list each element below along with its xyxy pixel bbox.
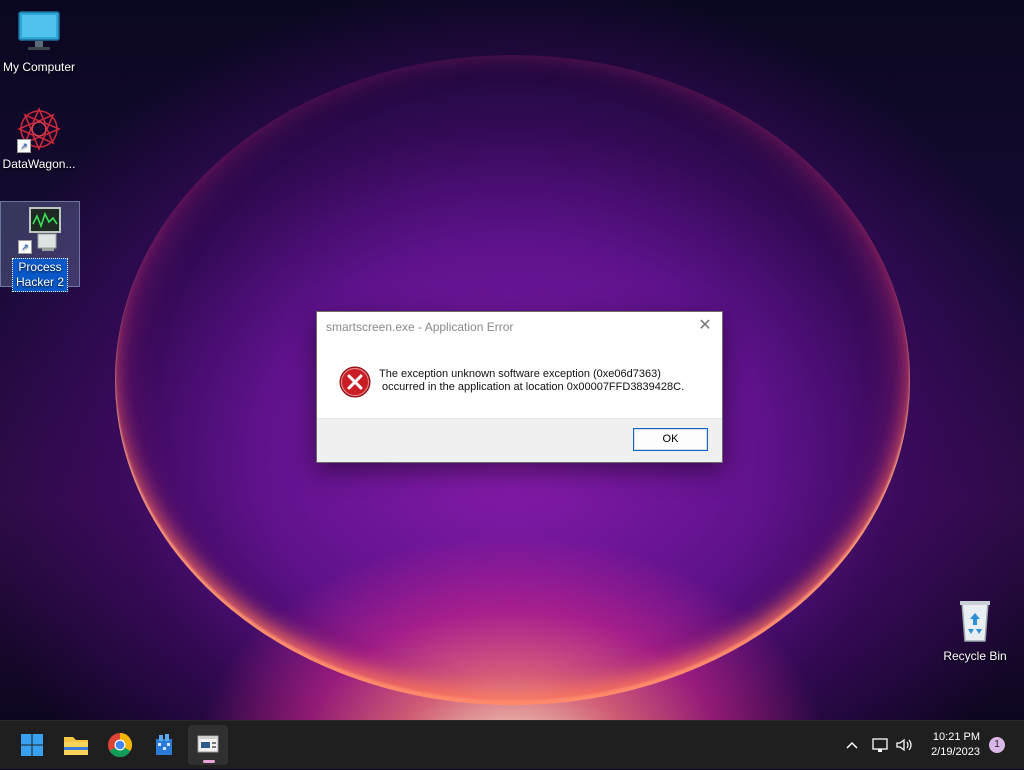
desktop-icon-my-computer[interactable]: My Computer: [0, 8, 78, 74]
windows-logo-icon: [21, 734, 43, 756]
app-icon: [156, 734, 172, 755]
clock-date: 2/19/2023: [931, 746, 980, 758]
datawagon-icon: ↗: [15, 105, 63, 153]
desktop-icon-recycle-bin[interactable]: Recycle Bin: [936, 597, 1014, 663]
monitor-icon: [15, 8, 63, 56]
start-button[interactable]: [12, 725, 52, 765]
desktop-icon-label: DataWagon...: [2, 157, 76, 171]
error-icon: [339, 366, 371, 398]
recycle-bin-icon: [951, 597, 999, 645]
ok-button[interactable]: OK: [633, 428, 708, 451]
shortcut-arrow-icon: ↗: [17, 139, 31, 153]
folder-icon: [64, 737, 88, 755]
volume-icon[interactable]: [894, 735, 914, 755]
chevron-up-icon[interactable]: [842, 735, 862, 755]
application-error-dialog: smartscreen.exe - Application Error ✕ Th…: [316, 311, 723, 463]
chrome-button[interactable]: [100, 725, 140, 765]
desktop-icon-label: Recycle Bin: [943, 649, 1007, 663]
clock[interactable]: 10:21 PM 2/19/2023: [931, 730, 980, 760]
desktop-icon-label: My Computer: [2, 60, 76, 74]
desktop-icon-label: Process Hacker 2: [11, 258, 69, 292]
dialog-title: smartscreen.exe - Application Error: [326, 320, 514, 334]
dialog-window-button[interactable]: [188, 725, 228, 765]
process-hacker-icon: ↗: [16, 206, 64, 254]
file-explorer-button[interactable]: [56, 725, 96, 765]
desktop-icon-datawagon[interactable]: ↗ DataWagon...: [0, 105, 78, 171]
shortcut-arrow-icon: ↗: [18, 240, 32, 254]
notification-badge[interactable]: 1: [989, 737, 1005, 753]
close-icon[interactable]: ✕: [694, 316, 716, 336]
window-icon: [197, 735, 219, 753]
taskbar: 10:21 PM 2/19/2023 1: [0, 720, 1024, 769]
dialog-footer: OK: [317, 418, 722, 462]
active-indicator: [203, 760, 215, 763]
dialog-message: The exception unknown software exception…: [379, 368, 685, 393]
chrome-icon: [108, 733, 133, 758]
network-icon[interactable]: [870, 735, 890, 755]
desktop: My Computer ↗ DataWagon... ↗ Process Hac…: [0, 0, 1024, 720]
app-button[interactable]: [144, 725, 184, 765]
clock-time: 10:21 PM: [932, 731, 980, 743]
desktop-icon-process-hacker[interactable]: ↗ Process Hacker 2: [0, 201, 80, 292]
